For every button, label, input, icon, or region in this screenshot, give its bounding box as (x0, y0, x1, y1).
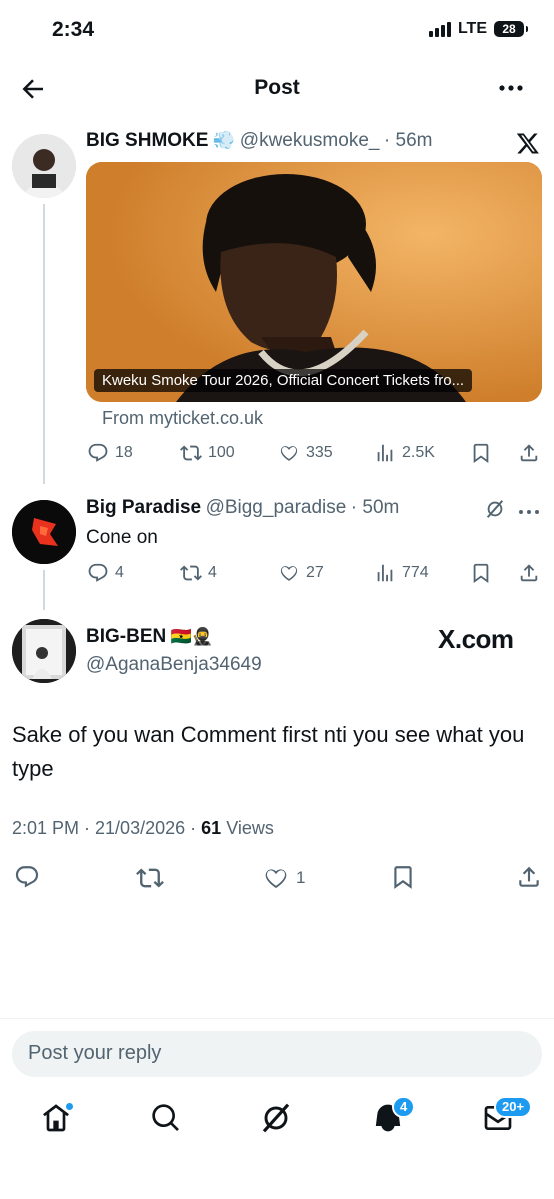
repost-icon (180, 445, 202, 461)
home-dot (65, 1102, 74, 1111)
share-icon (520, 444, 538, 462)
views-label: Views (226, 818, 274, 838)
network-type: LTE (457, 20, 487, 37)
tweet-text: Cone on (86, 527, 158, 548)
avatar[interactable] (12, 134, 76, 198)
repost-icon (136, 868, 164, 888)
like-button[interactable]: 335 (278, 442, 333, 464)
link-card-caption: Kweku Smoke Tour 2026, Official Concert … (94, 369, 473, 392)
author-handle[interactable]: @Bigg_paradise (206, 497, 347, 518)
views-icon (377, 564, 393, 582)
author-name[interactable]: BIG-BEN (86, 626, 166, 647)
grok-icon[interactable] (484, 498, 506, 520)
more-horizontal-icon (499, 85, 523, 91)
reply-button[interactable] (14, 864, 40, 890)
share-button[interactable] (518, 562, 540, 584)
bookmark-button[interactable] (390, 864, 416, 890)
author-name[interactable]: Big Paradise (86, 497, 201, 518)
author-row: BIG-BEN 🇬🇭🥷 (86, 626, 213, 648)
concert-photo (86, 162, 542, 402)
status-time: 2:34 (52, 18, 95, 41)
battery-icon: 28 (494, 21, 528, 37)
reply-count: 4 (115, 564, 124, 581)
author-name[interactable]: BIG SHMOKE (86, 130, 208, 151)
views-count: 774 (402, 564, 429, 581)
repost-button[interactable]: 4 (180, 562, 217, 584)
views-button[interactable]: 774 (374, 562, 429, 584)
dash-emoji: 💨 (212, 130, 236, 150)
heart-icon (280, 566, 298, 581)
reply-button[interactable]: 18 (87, 442, 133, 464)
post-text: Sake of you wan Comment first nti you se… (12, 722, 525, 781)
views-button[interactable]: 2.5K (374, 442, 435, 464)
repost-button[interactable]: 100 (180, 442, 235, 464)
link-card-media[interactable]: Kweku Smoke Tour 2026, Official Concert … (86, 162, 542, 402)
tweet-header: BIG SHMOKE 💨 @kwekusmoke_ · 56m (86, 130, 432, 152)
tab-home[interactable] (40, 1102, 74, 1134)
like-button[interactable]: 1 (262, 864, 305, 892)
bookmark-button[interactable] (470, 562, 492, 584)
reply-icon (15, 866, 39, 888)
reply-button[interactable]: 4 (87, 562, 124, 584)
tab-search[interactable] (150, 1102, 182, 1134)
post-time: · 56m (383, 130, 433, 151)
avatar[interactable] (12, 619, 76, 683)
page-title: Post (254, 76, 300, 99)
like-count: 1 (296, 868, 306, 887)
tweet-header: Big Paradise @Bigg_paradise · 50m (86, 497, 399, 519)
link-source[interactable]: From myticket.co.uk (102, 408, 263, 429)
avatar[interactable] (12, 500, 76, 564)
share-button[interactable] (516, 864, 542, 890)
flag-ninja-emoji: 🇬🇭🥷 (170, 627, 214, 646)
tab-notifications[interactable]: 4 (372, 1096, 416, 1134)
bookmark-icon (473, 443, 489, 464)
author-handle[interactable]: @AganaBenja34649 (86, 654, 262, 676)
messages-badge: 20+ (494, 1096, 533, 1118)
views-count: 61 (201, 818, 222, 838)
reply-icon (88, 443, 108, 462)
reply-placeholder: Post your reply (28, 1042, 162, 1064)
share-button[interactable] (518, 442, 540, 464)
post-timestamp: 2:01 PM · 21/03/2026 · (12, 818, 197, 838)
reply-icon (88, 563, 108, 582)
avatar-image (12, 134, 76, 198)
avatar-image (12, 619, 76, 683)
post-time: · 50m (350, 497, 400, 518)
avatar-image (12, 500, 76, 564)
notifications-badge: 4 (392, 1096, 416, 1118)
tab-messages[interactable]: 20+ (482, 1096, 533, 1134)
signal-icon (428, 21, 451, 37)
heart-icon (280, 446, 298, 461)
share-icon (520, 564, 538, 582)
thread-line (43, 570, 45, 610)
author-handle[interactable]: @kwekusmoke_ (240, 130, 380, 151)
more-button[interactable] (498, 78, 524, 98)
bookmark-icon (473, 563, 489, 584)
bookmark-button[interactable] (470, 442, 492, 464)
x-com-watermark: X.com (438, 624, 514, 654)
divider (0, 1018, 554, 1019)
share-icon (519, 866, 539, 887)
like-count: 335 (306, 444, 333, 461)
like-count: 27 (306, 564, 324, 581)
repost-count: 4 (208, 564, 217, 581)
tab-grok[interactable] (260, 1102, 292, 1134)
views-icon (377, 444, 393, 462)
reply-count: 18 (115, 444, 133, 461)
views-count: 2.5K (402, 444, 435, 461)
more-icon[interactable] (518, 504, 540, 514)
x-logo-icon (516, 131, 540, 155)
search-icon (152, 1104, 179, 1131)
repost-button[interactable] (136, 864, 164, 892)
post-meta: 2:01 PM · 21/03/2026 · 61 Views (12, 818, 274, 839)
bookmark-icon (394, 866, 412, 889)
thread-line (43, 204, 45, 484)
repost-icon (180, 565, 202, 581)
grok-icon (262, 1103, 290, 1133)
heart-icon (265, 869, 287, 889)
repost-count: 100 (208, 444, 235, 461)
like-button[interactable]: 27 (278, 562, 324, 584)
status-indicators: LTE 28 (428, 20, 528, 38)
